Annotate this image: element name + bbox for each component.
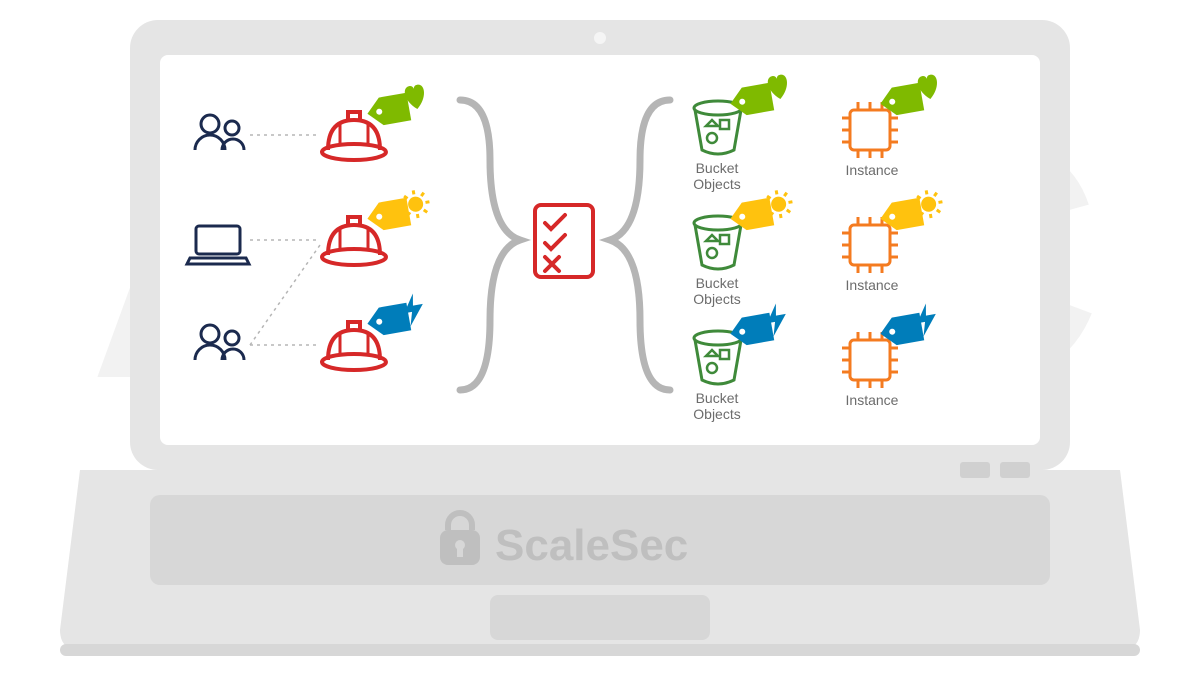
left-brace [460, 100, 520, 390]
instance-label: Instance [832, 162, 912, 178]
subject-row-2 [187, 188, 433, 265]
resource-bucket-3 [694, 302, 790, 384]
brand-text: ScaleSec [495, 521, 688, 570]
bucket-icon [694, 331, 742, 384]
chip-icon [842, 332, 898, 388]
resource-instance-1 [842, 74, 942, 158]
bucket-label: Bucket Objects [682, 390, 752, 422]
chip-icon [842, 217, 898, 273]
instance-label: Instance [832, 277, 912, 293]
bucket-icon [694, 101, 742, 154]
tag-bolt-icon [364, 292, 427, 338]
resource-bucket-2 [694, 188, 796, 269]
right-brace [610, 100, 670, 390]
tag-heart-icon [364, 84, 429, 128]
chip-icon [842, 102, 898, 158]
users-icon [195, 325, 244, 360]
bucket-label: Bucket Objects [682, 275, 752, 307]
bucket-icon [694, 216, 742, 269]
laptop-icon [187, 226, 249, 264]
instance-label: Instance [832, 392, 912, 408]
policy-checklist-icon [535, 205, 593, 277]
resource-instance-2 [842, 188, 946, 273]
tag-sun-icon [364, 188, 433, 233]
tag-bolt-icon [727, 302, 790, 348]
resource-bucket-1 [694, 74, 792, 154]
resource-instance-3 [842, 302, 940, 388]
diagram: Bucket Objects Instance Bucket Objects I… [160, 70, 1040, 450]
users-icon [195, 115, 244, 150]
bucket-label: Bucket Objects [682, 160, 752, 192]
subject-row-1 [195, 84, 429, 160]
